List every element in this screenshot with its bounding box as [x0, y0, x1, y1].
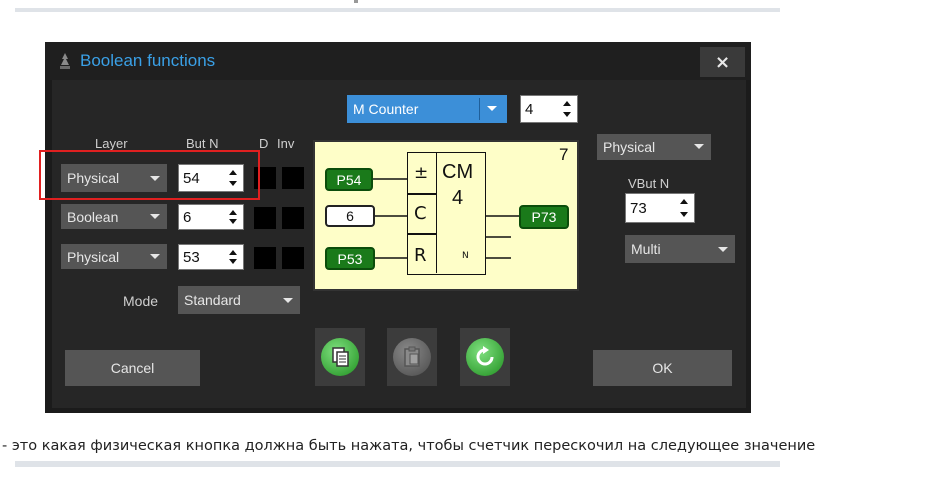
row2-layer-value: Boolean	[67, 208, 119, 225]
counter-type-select[interactable]: M Counter	[347, 95, 507, 123]
block-n-label: N	[462, 251, 469, 261]
pin-p53: P53	[325, 247, 375, 270]
chevron-down-icon	[150, 254, 160, 259]
top-dot	[354, 0, 358, 3]
counter-type-value: M Counter	[353, 101, 419, 117]
paste-icon	[393, 338, 431, 376]
block-sym-c: C	[414, 203, 427, 224]
block-sym-plusminus: ±	[414, 163, 429, 183]
chevron-down-icon	[283, 298, 293, 303]
app-icon	[60, 53, 70, 69]
spin-down-icon	[229, 259, 237, 264]
top-divider	[15, 8, 780, 12]
close-button[interactable]: ×	[700, 47, 745, 77]
cancel-button[interactable]: Cancel	[65, 350, 200, 386]
row2-d-checkbox[interactable]	[254, 207, 276, 229]
multi-value: Multi	[631, 241, 661, 257]
copy-icon	[321, 338, 359, 376]
counter-value: 4	[525, 100, 534, 118]
ok-button[interactable]: OK	[593, 350, 732, 386]
spin-up-icon	[229, 250, 237, 255]
row2-inv-checkbox[interactable]	[282, 207, 304, 229]
title-bar[interactable]: Boolean functions ×	[45, 42, 751, 80]
row3-layer-value: Physical	[67, 248, 120, 265]
spin-up-icon	[680, 199, 688, 204]
mode-label: Mode	[123, 293, 159, 309]
spin-up-icon	[563, 101, 571, 106]
multi-select[interactable]: Multi	[625, 235, 735, 263]
counter-block: ± C R CM 4 N	[407, 152, 486, 275]
right-layer-value: Physical	[603, 139, 656, 155]
mode-value: Standard	[184, 292, 241, 308]
chevron-down-icon	[718, 247, 728, 252]
block-divider-1	[408, 193, 436, 195]
pin-6: 6	[325, 205, 375, 227]
spin-down-icon	[563, 112, 571, 117]
chevron-down-icon	[150, 214, 160, 219]
inv-header: Inv	[277, 136, 295, 151]
paste-button[interactable]	[387, 328, 437, 386]
row2-layer-select[interactable]: Boolean	[61, 204, 167, 229]
copy-button[interactable]	[315, 328, 365, 386]
row1-inv-checkbox[interactable]	[282, 167, 304, 189]
reset-button[interactable]	[460, 328, 510, 386]
mode-select[interactable]: Standard	[178, 286, 300, 314]
layer-header: Layer	[95, 136, 128, 151]
spin-down-icon	[680, 212, 688, 217]
block-sym-r: R	[414, 245, 427, 266]
block-number: 4	[452, 187, 464, 209]
row3-inv-checkbox[interactable]	[282, 247, 304, 269]
row3-but-n-value: 53	[183, 248, 200, 266]
row2-but-n-value: 6	[183, 208, 192, 226]
dialog-title: Boolean functions	[80, 51, 216, 70]
vbut-n-value: 73	[630, 199, 647, 217]
row3-layer-select[interactable]: Physical	[61, 244, 167, 269]
right-layer-select[interactable]: Physical	[597, 134, 711, 160]
highlight-box	[39, 150, 260, 200]
row3-d-checkbox[interactable]	[254, 247, 276, 269]
but-n-header: But N	[186, 136, 219, 151]
chevron-down-icon	[487, 106, 497, 111]
counter-diagram: 7 ± C R CM 4 N P54 6 P53 P73	[313, 140, 579, 291]
counter-type-divider	[479, 98, 480, 120]
pin-p73: P73	[519, 205, 569, 229]
caption-text: - это какая физическая кнопка должна быт…	[2, 438, 816, 454]
spin-down-icon	[229, 219, 237, 224]
block-divider-2	[408, 233, 436, 235]
spin-up-icon	[229, 210, 237, 215]
counter-value-spinner[interactable]: 4	[520, 95, 578, 123]
bottom-divider	[15, 461, 780, 467]
vbut-n-spinner[interactable]: 73	[625, 193, 695, 223]
row2-but-n-spinner[interactable]: 6	[178, 204, 244, 230]
d-header: D	[259, 136, 269, 151]
block-name: CM	[442, 161, 474, 183]
refresh-icon	[466, 338, 504, 376]
pin-p54: P54	[325, 168, 373, 191]
chevron-down-icon	[694, 144, 704, 149]
row3-but-n-spinner[interactable]: 53	[178, 244, 244, 270]
vbut-n-label: VBut N	[628, 176, 670, 191]
